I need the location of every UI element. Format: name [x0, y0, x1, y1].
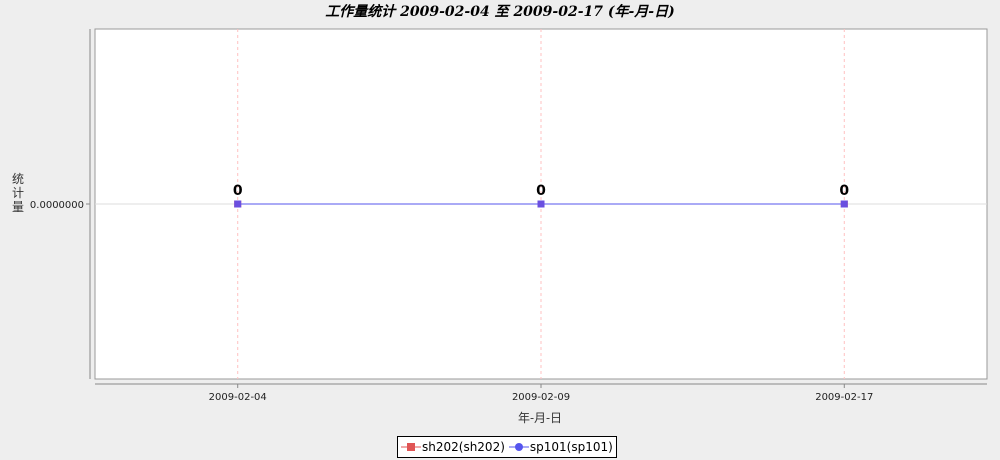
legend-label-sh202: sh202(sh202) [422, 440, 505, 454]
data-point [234, 200, 242, 208]
legend-marker-sh202 [401, 443, 421, 451]
data-point [840, 200, 848, 208]
x-tick-label: 2009-02-04 [209, 392, 267, 403]
chart-canvas: 0.0000000 2009-02-04 2009-02-09 2009-02-17 0… [30, 28, 988, 403]
x-tick-label: 2009-02-17 [815, 392, 873, 403]
legend-marker-sp101 [508, 443, 529, 451]
legend-item-sh202: sh202(sh202) [401, 440, 505, 454]
y-tick-label: 0.0000000 [30, 200, 84, 211]
legend: sh202(sh202) sp101(sp101) [397, 436, 617, 458]
data-label: 0 [233, 183, 243, 199]
data-point [537, 200, 545, 208]
data-label: 0 [536, 183, 546, 199]
x-tick-label: 2009-02-09 [512, 392, 570, 403]
data-label: 0 [839, 183, 849, 199]
legend-item-sp101: sp101(sp101) [508, 440, 613, 454]
legend-label-sp101: sp101(sp101) [529, 440, 613, 454]
